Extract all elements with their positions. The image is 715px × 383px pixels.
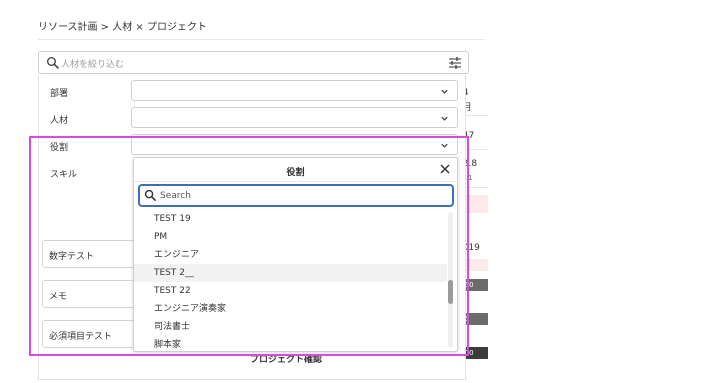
role-select[interactable] [131, 134, 458, 155]
close-icon[interactable] [439, 163, 451, 175]
required-test-field[interactable]: 必須項目テスト [42, 320, 142, 348]
dropdown-search-box[interactable] [138, 184, 454, 207]
project-confirm-button[interactable]: プロジェクト確認 [250, 352, 322, 365]
chevron-down-icon [441, 143, 448, 148]
role-dropdown: 役割 TEST 19 PM エンジニア TEST 2__ TEST 22 エンジ… [133, 157, 458, 352]
dropdown-divider [134, 181, 457, 182]
role-option[interactable]: エンジニア [134, 246, 447, 264]
role-option[interactable]: TEST 22 [134, 282, 447, 300]
talent-search-bar[interactable]: 人材を絞り込む [38, 51, 469, 74]
role-option[interactable]: PM [134, 228, 447, 246]
search-icon [144, 189, 156, 201]
field-label: メモ [49, 292, 68, 302]
role-option[interactable]: 脚本家 [134, 336, 447, 351]
dropdown-title: 役割 [286, 168, 305, 178]
filter-settings-icon[interactable] [448, 56, 462, 70]
filter-label-department: 部署 [50, 89, 69, 99]
role-option[interactable]: TEST 19 [134, 210, 447, 228]
chevron-down-icon [441, 116, 448, 121]
filter-label-skill: スキル [50, 170, 78, 180]
role-option[interactable]: 司法書士 [134, 318, 447, 336]
search-icon [47, 57, 59, 69]
scrollbar-thumb[interactable] [448, 280, 453, 304]
scrollbar[interactable] [448, 212, 453, 348]
role-option[interactable]: エンジニア演奏家 [134, 300, 447, 318]
department-select[interactable] [131, 80, 458, 101]
role-option-list: TEST 19 PM エンジニア TEST 2__ TEST 22 エンジニア演… [134, 210, 447, 351]
filter-label-person: 人材 [50, 116, 69, 126]
memo-field[interactable]: メモ [42, 280, 142, 308]
chevron-down-icon [441, 89, 448, 94]
breadcrumb: リソース計画 > 人材 × プロジェクト [38, 22, 207, 33]
field-label: 必須項目テスト [49, 332, 113, 342]
person-select[interactable] [131, 107, 458, 128]
search-placeholder: 人材を絞り込む [61, 60, 125, 70]
divider [38, 39, 485, 40]
filter-label-role: 役割 [50, 143, 69, 153]
field-label: 数字テスト [49, 252, 95, 262]
role-option[interactable]: TEST 2__ [134, 264, 447, 282]
dropdown-search-input[interactable] [160, 189, 440, 203]
number-test-field[interactable]: 数字テスト [42, 240, 142, 268]
